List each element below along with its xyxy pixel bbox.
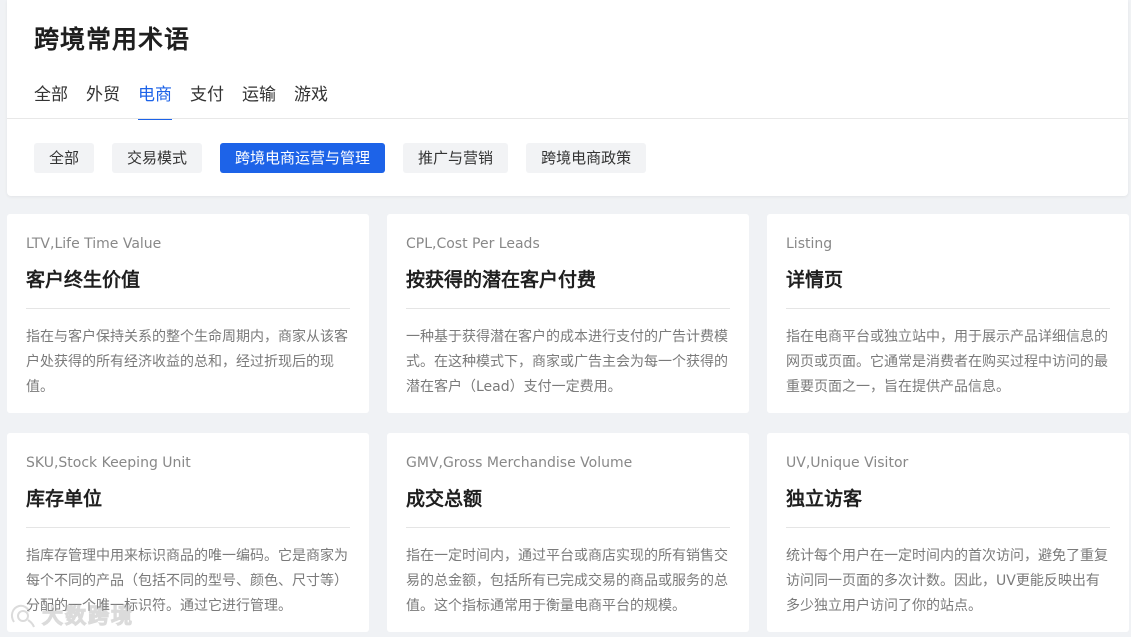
subtab-trade-mode[interactable]: 交易模式 — [112, 143, 203, 173]
term-english: UV,Unique Visitor — [786, 455, 909, 471]
term-english: Listing — [786, 236, 833, 252]
term-english: GMV,Gross Merchandise Volume — [406, 455, 633, 471]
watermark: 大数跨境 — [8, 600, 134, 630]
term-title: 库存单位 — [26, 488, 103, 510]
term-english: CPL,Cost Per Leads — [406, 236, 540, 252]
term-card[interactable]: LTV,Life Time Value 客户终生价值 指在与客户保持关系的整个生… — [7, 214, 369, 413]
term-card[interactable]: CPL,Cost Per Leads 按获得的潜在客户付费 一种基于获得潜在客户… — [387, 214, 749, 413]
subtab-operations-management[interactable]: 跨境电商运营与管理 — [220, 143, 386, 173]
term-description: 一种基于获得潜在客户的成本进行支付的广告计费模式。在这种模式下，商家或广告主会为… — [406, 329, 728, 395]
card-divider — [786, 527, 1110, 528]
term-english: SKU,Stock Keeping Unit — [26, 455, 191, 471]
tab-gaming[interactable]: 游戏 — [294, 82, 328, 119]
subcategory-tabs: 全部 交易模式 跨境电商运营与管理 推广与营销 跨境电商政策 — [34, 143, 647, 173]
term-card[interactable]: GMV,Gross Merchandise Volume 成交总额 指在一定时间… — [387, 433, 749, 632]
tab-payment[interactable]: 支付 — [190, 82, 224, 119]
tab-shipping[interactable]: 运输 — [242, 82, 276, 119]
page-title: 跨境常用术语 — [34, 25, 191, 54]
card-divider — [406, 308, 730, 309]
term-card[interactable]: UV,Unique Visitor 独立访客 统计每个用户在一定时间内的首次访问… — [767, 433, 1129, 632]
header-panel: 跨境常用术语 全部 外贸 电商 支付 运输 游戏 全部 交易模式 跨境电商运营与… — [7, 0, 1128, 196]
watermark-text: 大数跨境 — [42, 604, 134, 629]
watermark-logo-icon — [10, 604, 35, 628]
term-title: 详情页 — [786, 269, 844, 291]
subtab-policy[interactable]: 跨境电商政策 — [526, 143, 647, 173]
term-title: 客户终生价值 — [26, 269, 141, 291]
card-divider — [26, 308, 350, 309]
term-title: 独立访客 — [786, 488, 863, 510]
card-divider — [26, 527, 350, 528]
card-divider — [406, 527, 730, 528]
card-divider — [786, 308, 1110, 309]
subtab-promotion-marketing[interactable]: 推广与营销 — [403, 143, 509, 173]
tab-foreign-trade[interactable]: 外贸 — [86, 82, 120, 119]
tab-ecommerce[interactable]: 电商 — [138, 82, 172, 120]
term-title: 按获得的潜在客户付费 — [406, 269, 597, 291]
term-description: 指在电商平台或独立站中，用于展示产品详细信息的网页或页面。它通常是消费者在购买过… — [786, 329, 1108, 395]
tab-all[interactable]: 全部 — [34, 82, 68, 119]
term-card[interactable]: Listing 详情页 指在电商平台或独立站中，用于展示产品详细信息的网页或页面… — [767, 214, 1129, 413]
term-description: 指在一定时间内，通过平台或商店实现的所有销售交易的总金额，包括所有已完成交易的商… — [406, 548, 728, 614]
term-title: 成交总额 — [406, 488, 483, 510]
category-tabs: 全部 外贸 电商 支付 运输 游戏 — [34, 82, 328, 120]
term-english: LTV,Life Time Value — [26, 236, 162, 252]
term-description: 统计每个用户在一定时间内的首次访问，避免了重复访问同一页面的多次计数。因此，UV… — [786, 548, 1108, 614]
term-card-grid: LTV,Life Time Value 客户终生价值 指在与客户保持关系的整个生… — [7, 214, 1129, 632]
subtab-all[interactable]: 全部 — [34, 143, 95, 173]
tabs-divider — [7, 118, 1128, 119]
term-description: 指在与客户保持关系的整个生命周期内，商家从该客户处获得的所有经济收益的总和，经过… — [26, 329, 348, 395]
